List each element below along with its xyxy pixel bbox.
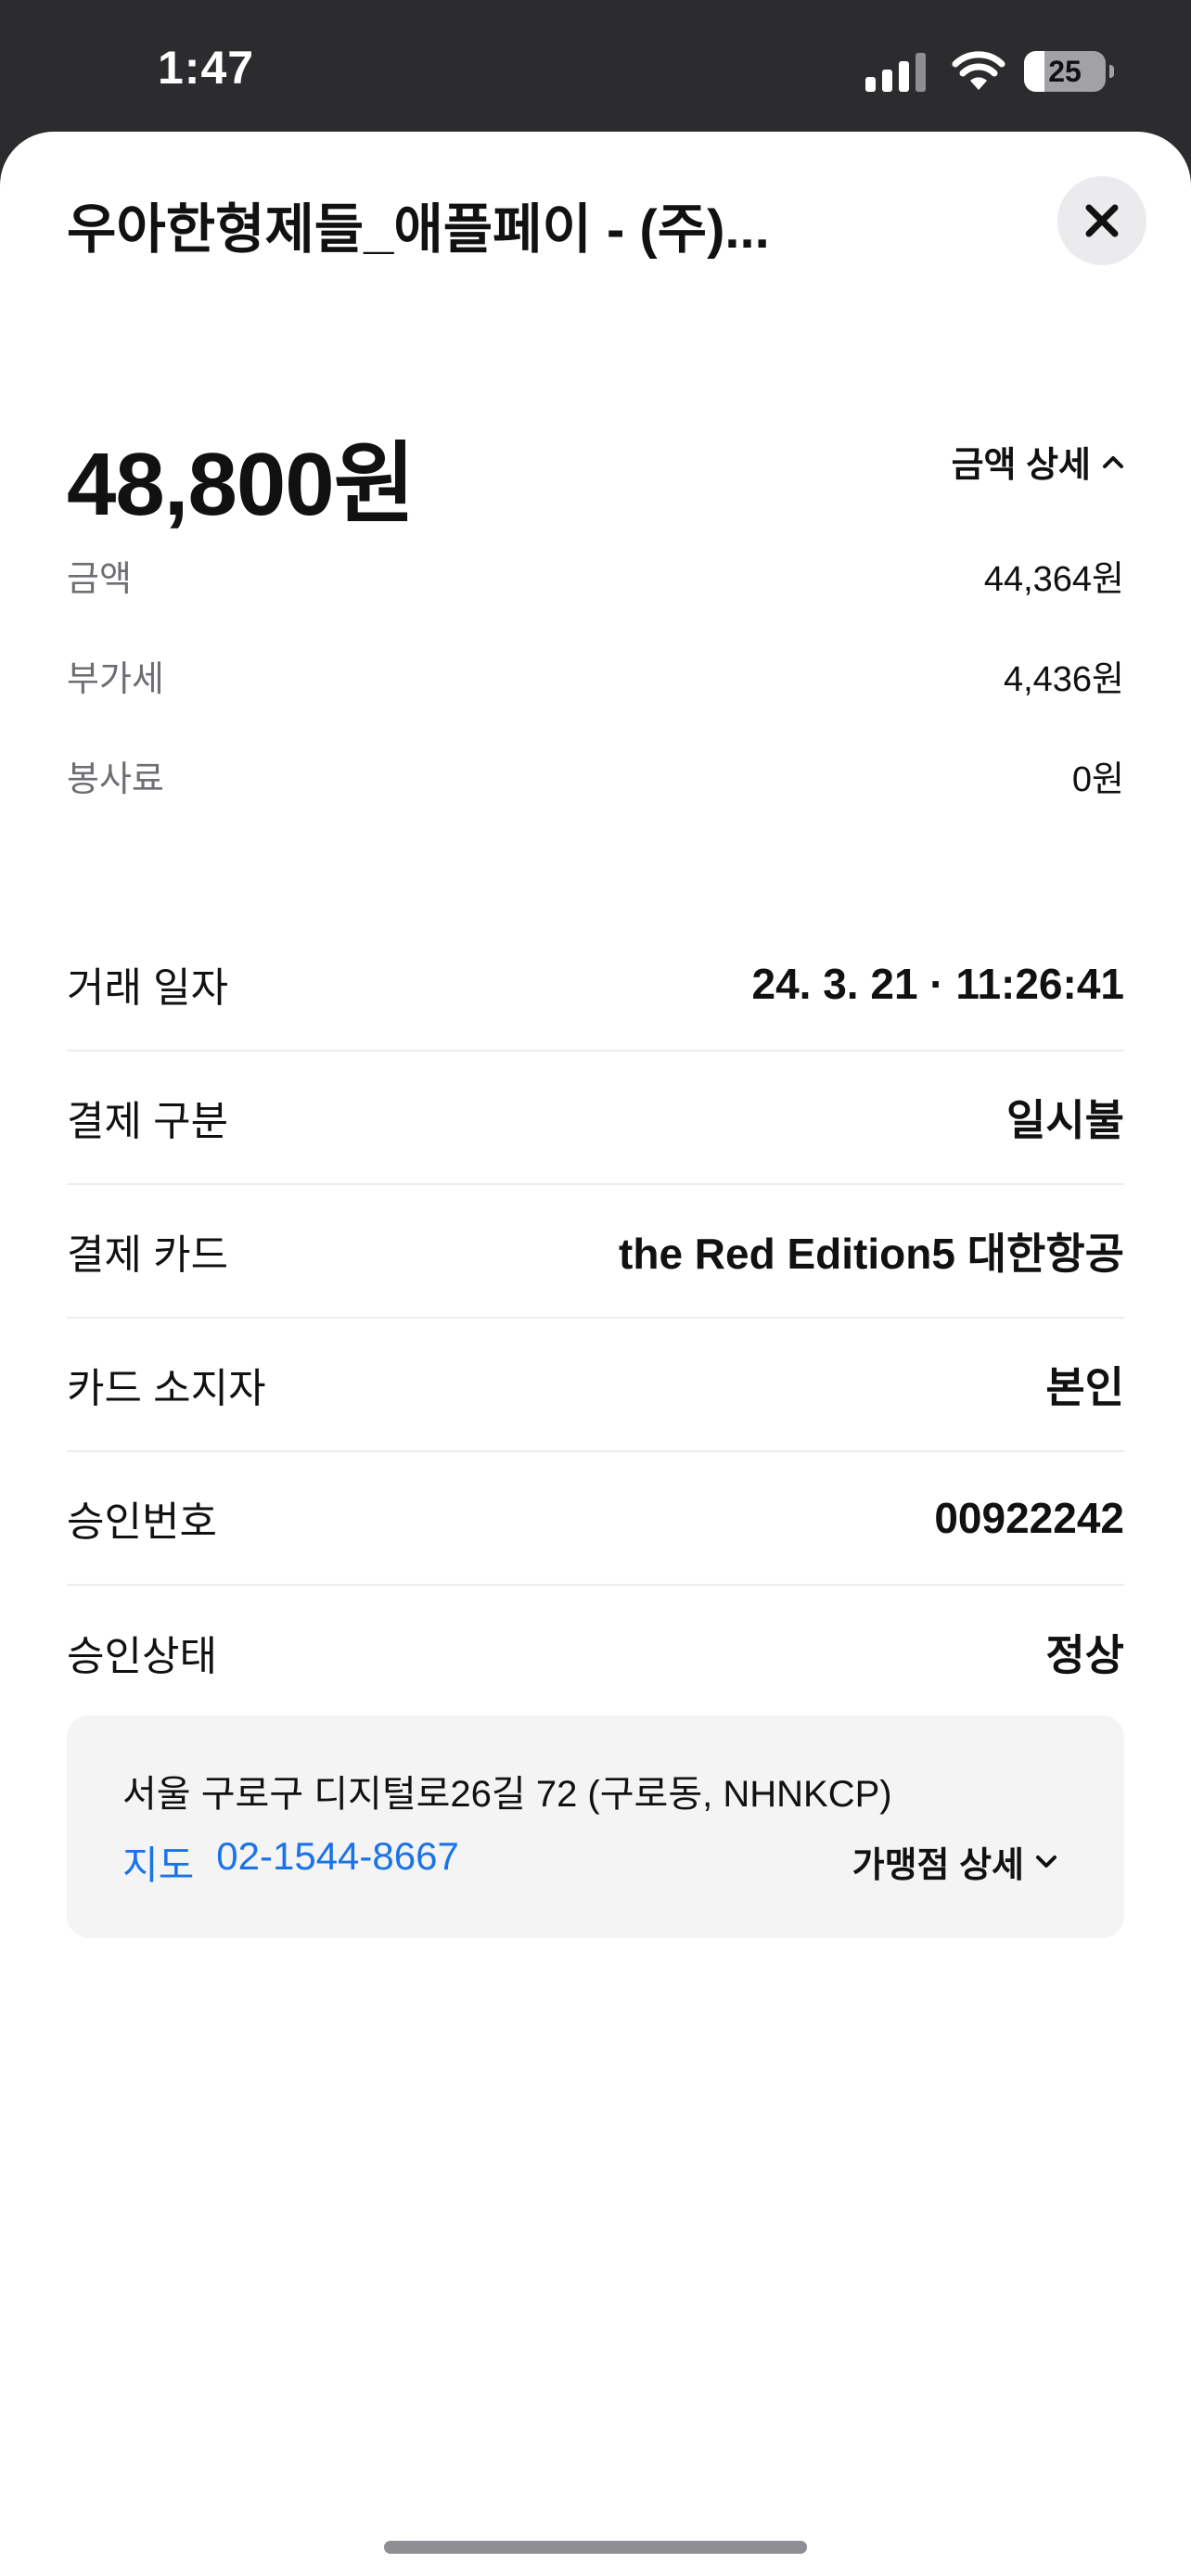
merchant-info-box: 서울 구로구 디지털로26길 72 (구로동, NHNKCP) 지도 02-15… <box>67 1715 1124 1938</box>
info-label: 거래 일자 <box>67 965 229 1011</box>
info-label: 카드 소지자 <box>67 1366 266 1411</box>
merchant-links: 지도 02-1544-8667 <box>122 1834 459 1891</box>
map-link[interactable]: 지도 <box>122 1834 194 1891</box>
info-value: 본인 <box>1045 1363 1124 1411</box>
breakdown-row-vat: 부가세 4,436원 <box>67 647 1124 703</box>
chevron-up-icon <box>1103 455 1123 468</box>
info-label: 결제 구분 <box>67 1099 229 1144</box>
chevron-down-icon <box>1036 1855 1057 1868</box>
merchant-address: 서울 구로구 디지털로26길 72 (구로동, NHNKCP) <box>122 1774 892 1815</box>
approval-status-row: 승인상태 정상 <box>67 1586 1124 1719</box>
breakdown-row-service-charge: 봉사료 0원 <box>67 747 1124 803</box>
wifi-icon <box>952 51 1005 90</box>
breakdown-value: 0원 <box>1071 759 1124 799</box>
home-indicator[interactable] <box>384 2541 807 2554</box>
info-value: 일시불 <box>1006 1096 1124 1144</box>
breakdown-value: 44,364원 <box>983 559 1124 599</box>
transaction-detail-sheet: 우아한형제들_애플페이 - (주)... 48,800원 금액 상세 금액 44… <box>0 132 1191 2576</box>
info-value: 정상 <box>1045 1631 1124 1679</box>
breakdown-value: 4,436원 <box>1003 659 1124 699</box>
payment-type-row: 결제 구분 일시불 <box>67 1052 1124 1185</box>
amount-detail-toggle[interactable]: 금액 상세 <box>952 436 1124 487</box>
approval-number-row: 승인번호 00922242 <box>67 1452 1124 1586</box>
breakdown-row-amount: 금액 44,364원 <box>67 547 1124 603</box>
status-icons: 25 <box>865 48 1114 95</box>
payment-card-row: 결제 카드 the Red Edition5 대한항공 <box>67 1185 1124 1319</box>
merchant-title: 우아한형제들_애플페이 - (주)... <box>67 199 770 260</box>
battery-level: 25 <box>1048 54 1082 88</box>
close-button[interactable] <box>1057 176 1146 265</box>
battery-icon: 25 <box>1024 51 1114 92</box>
transaction-date-row: 거래 일자 24. 3. 21 · 11:26:41 <box>67 918 1124 1052</box>
info-label: 승인상태 <box>67 1634 217 1679</box>
card-holder-row: 카드 소지자 본인 <box>67 1319 1124 1452</box>
merchant-detail-label: 가맹점 상세 <box>852 1846 1024 1885</box>
info-value: the Red Edition5 대한항공 <box>619 1230 1124 1278</box>
merchant-detail-toggle[interactable]: 가맹점 상세 <box>852 1836 1057 1887</box>
breakdown-label: 부가세 <box>67 659 164 699</box>
close-icon <box>1085 204 1119 237</box>
amount-detail-label: 금액 상세 <box>951 446 1091 485</box>
total-amount: 48,800원 <box>67 435 416 534</box>
info-value: 24. 3. 21 · 11:26:41 <box>751 960 1124 1008</box>
info-value: 00922242 <box>934 1494 1124 1542</box>
breakdown-label: 금액 <box>67 559 132 599</box>
cellular-signal-icon <box>865 51 926 92</box>
info-label: 결제 카드 <box>67 1232 229 1278</box>
phone-link[interactable]: 02-1544-8667 <box>216 1834 459 1891</box>
breakdown-label: 봉사료 <box>67 759 164 799</box>
info-label: 승인번호 <box>67 1499 217 1545</box>
status-bar: 1:47 25 <box>0 0 1191 132</box>
status-time: 1:47 <box>158 42 255 94</box>
